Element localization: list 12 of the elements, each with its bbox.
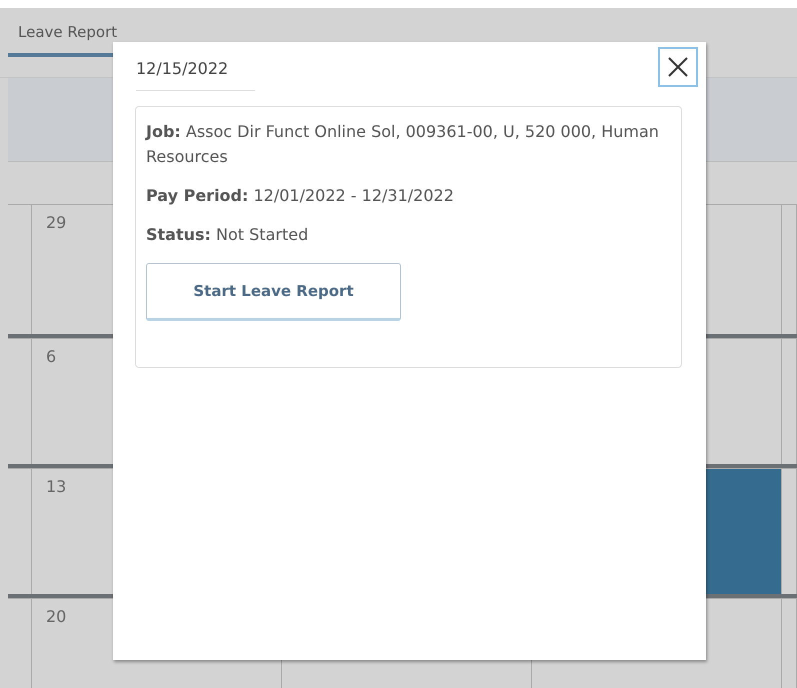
detail-text: Pay Period: 12/01/2022 - 12/31/2022 <box>146 185 455 207</box>
day-number: 29 <box>46 213 66 232</box>
close-icon <box>667 56 689 78</box>
detail-text: Status: Not Started <box>146 224 310 246</box>
page-title: Leave Report <box>18 23 118 41</box>
detail-text: Job: Assoc Dir Funct Online Sol, 009361-00, U, 520 000, Human Resources <box>146 121 660 168</box>
day-number: 20 <box>46 607 66 626</box>
dialog-title: 12/15/2022 <box>136 59 228 78</box>
close-button[interactable] <box>658 47 698 87</box>
day-number: 13 <box>46 477 66 496</box>
day-number: 6 <box>46 347 56 366</box>
start-leave-report-button[interactable]: Start Leave Report <box>146 263 401 321</box>
